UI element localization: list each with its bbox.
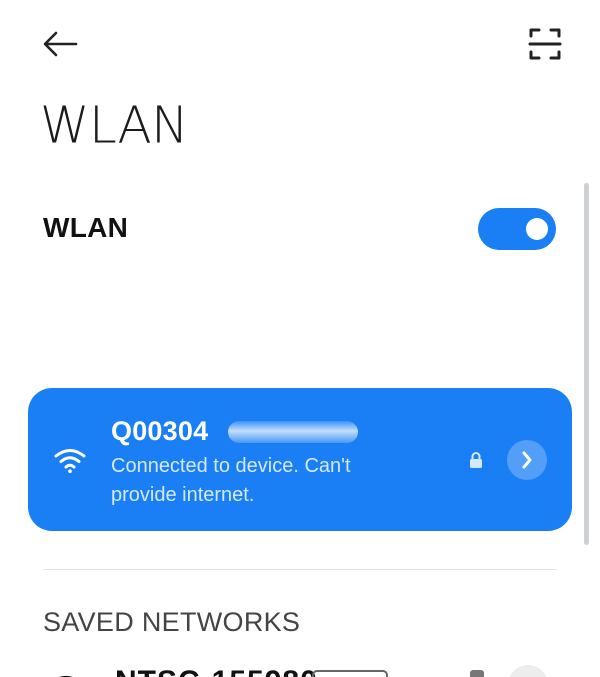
- network-tag-badge: [312, 670, 388, 677]
- network-ssid: Q00304: [111, 416, 209, 446]
- network-details-button[interactable]: [507, 440, 547, 480]
- ssid-redaction-blur: [228, 421, 358, 443]
- scrollbar[interactable]: [584, 183, 589, 545]
- back-button[interactable]: [38, 26, 82, 62]
- saved-network-item[interactable]: NTSC-155980: [0, 655, 600, 677]
- wifi-icon: [59, 676, 73, 677]
- wlan-toggle-switch[interactable]: [478, 208, 556, 250]
- wifi-icon: [54, 449, 86, 473]
- section-divider: [43, 569, 557, 570]
- network-details-button[interactable]: [508, 665, 548, 677]
- lock-icon: [470, 670, 484, 677]
- page-title: WLAN: [40, 95, 189, 155]
- saved-networks-title: SAVED NETWORKS: [43, 607, 301, 637]
- toggle-knob: [526, 218, 548, 240]
- page-title-text: WLAN: [40, 95, 189, 155]
- connected-network-card[interactable]: Q00304 Connected to device. Can't provid…: [28, 388, 572, 531]
- scan-qr-button[interactable]: [522, 22, 568, 66]
- chevron-right-icon: [522, 451, 532, 469]
- network-status: Connected to device. Can't provide inter…: [111, 455, 351, 506]
- scan-frame-icon: [528, 28, 562, 60]
- wlan-toggle-label: WLAN: [43, 212, 129, 243]
- arrow-left-icon: [43, 31, 78, 57]
- saved-network-ssid: NTSC-155980: [115, 665, 318, 677]
- lock-icon: [470, 452, 482, 468]
